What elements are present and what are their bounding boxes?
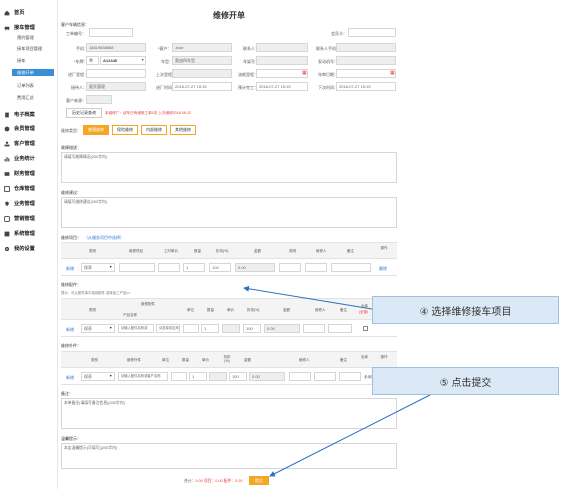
callout-arrows [243, 285, 431, 477]
step5-arrow [269, 394, 431, 477]
step4-arrow [243, 285, 373, 310]
app-root: 首页 接车管理 预约管理 接车项目管理 接车 维修开单 订单列表 费用汇总 电子… [0, 0, 579, 489]
